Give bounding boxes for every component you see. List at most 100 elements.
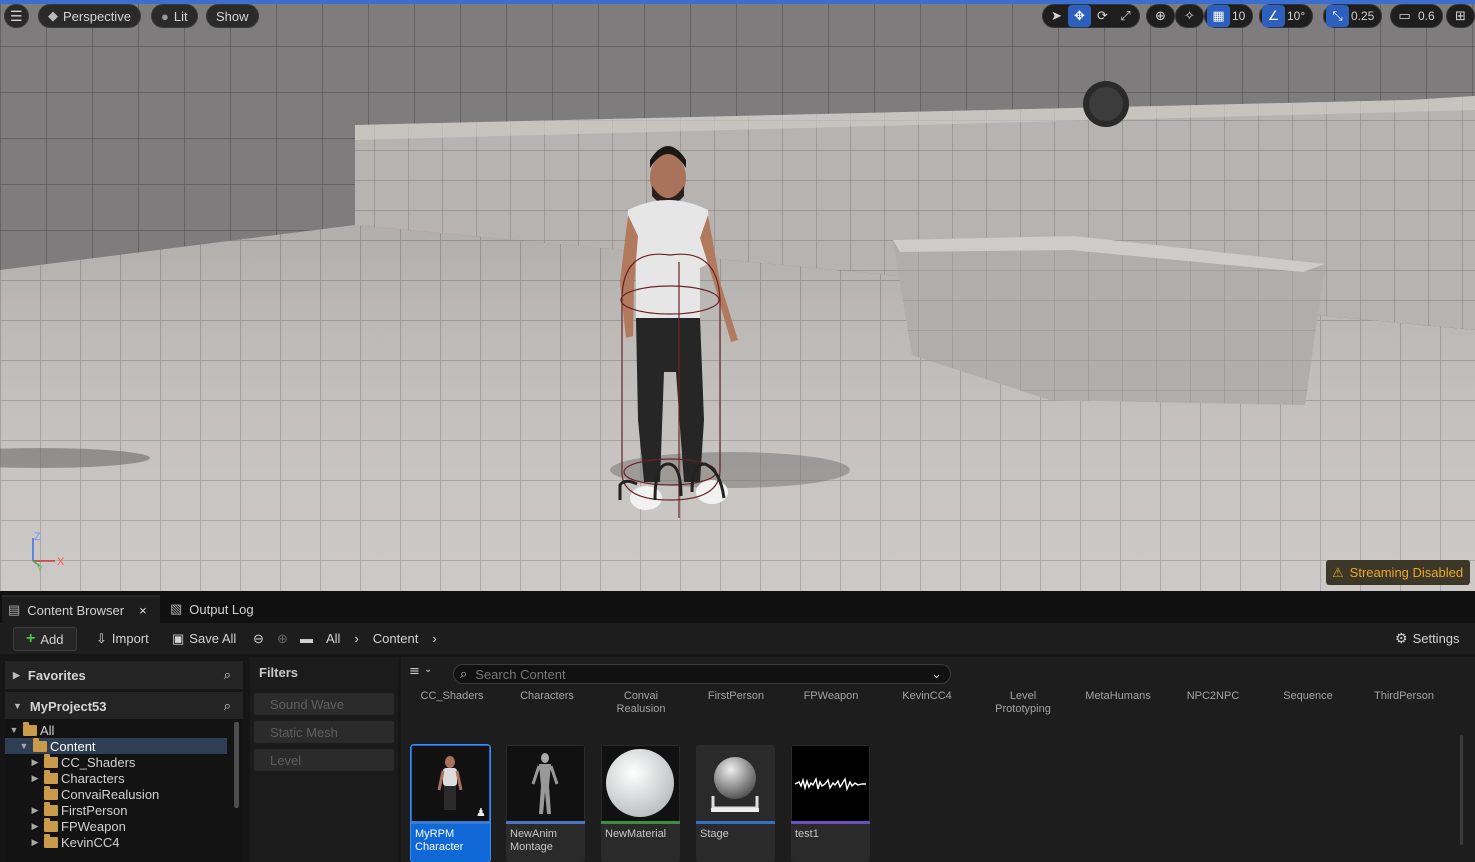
- tree-item-convairealusion[interactable]: ConvaiRealusion: [5, 785, 227, 802]
- scale-icon[interactable]: ⤢: [1114, 5, 1137, 27]
- asset-name: Stage: [700, 828, 729, 840]
- chevron-right-icon[interactable]: ›: [354, 631, 358, 646]
- gear-icon: ⚙: [1395, 630, 1408, 646]
- folder-item[interactable]: FirstPerson: [690, 690, 782, 703]
- tree-item-all[interactable]: ▼ All: [5, 721, 227, 738]
- asset-tile[interactable]: NewAnim Montage: [506, 745, 585, 862]
- chevron-right-icon[interactable]: ▶: [30, 773, 40, 784]
- grid-snap-toggle[interactable]: ▦ 10: [1204, 4, 1254, 28]
- tree-scrollbar[interactable]: [234, 722, 239, 808]
- translate-icon[interactable]: ✥: [1068, 5, 1091, 27]
- log-icon: ▧: [170, 601, 183, 616]
- project-header[interactable]: ▼ MyProject53 ⌕: [5, 692, 243, 720]
- camera-speed-button[interactable]: ▭ 0.6: [1390, 4, 1443, 28]
- chevron-right-icon[interactable]: ▶: [30, 805, 40, 816]
- filter-icon: ≡: [409, 664, 420, 679]
- folder-item[interactable]: Level Prototyping: [977, 690, 1069, 716]
- axis-y-label: Y: [37, 564, 43, 573]
- layout-icon: ⊞: [1455, 8, 1466, 24]
- tree-item-characters[interactable]: ▶ Characters: [5, 769, 227, 786]
- filters-panel: Filters Sound Wave Static Mesh Level: [250, 657, 398, 862]
- chevron-right-icon[interactable]: ▶: [30, 757, 40, 768]
- folder-item[interactable]: KevinCC4: [881, 690, 973, 703]
- animation-thumbnail: [507, 746, 584, 821]
- asset-tile[interactable]: Stage: [696, 745, 775, 862]
- asset-type-bar: [696, 821, 775, 824]
- coordinate-system-button[interactable]: ⊕: [1146, 4, 1175, 28]
- folder-icon: [44, 785, 58, 800]
- tree-item-fpweapon[interactable]: ▶ FPWeapon: [5, 817, 227, 834]
- close-icon[interactable]: ×: [139, 603, 147, 618]
- folder-browse-button[interactable]: ▬: [300, 627, 313, 651]
- history-forward-button[interactable]: ⊕: [277, 627, 288, 651]
- lit-button[interactable]: ● Lit: [151, 4, 198, 28]
- folder-item[interactable]: CC_Shaders: [406, 690, 498, 703]
- chevron-right-icon[interactable]: ▶: [30, 821, 40, 832]
- tree-item-firstperson[interactable]: ▶ FirstPerson: [5, 801, 227, 818]
- breadcrumb-all[interactable]: All: [326, 631, 340, 646]
- asset-type-bar: [601, 821, 680, 824]
- settings-button[interactable]: ⚙ Settings: [1395, 627, 1460, 651]
- viewport-layout-button[interactable]: ⊞: [1446, 4, 1475, 28]
- save-all-button[interactable]: ▣ Save All: [172, 627, 236, 651]
- folder-item[interactable]: NPC2NPC: [1167, 690, 1259, 703]
- hamburger-icon: ☰: [10, 7, 23, 24]
- level-viewport[interactable]: ☰ ◆ Perspective ● Lit Show ➤ ✥ ⟳ ⤢ ⊕ ✧ ▦…: [0, 0, 1475, 591]
- viewport-menu-button[interactable]: ☰: [4, 4, 29, 28]
- streaming-warning[interactable]: ⚠ Streaming Disabled: [1326, 560, 1471, 585]
- rotation-snap-toggle[interactable]: ∠ 10°: [1259, 4, 1314, 28]
- tree-item-kevincc4[interactable]: ▶ KevinCC4: [5, 833, 227, 850]
- perspective-button[interactable]: ◆ Perspective: [38, 4, 141, 28]
- show-button[interactable]: Show: [206, 4, 259, 28]
- sources-panel: ▶ Favorites ⌕ ▼ MyProject53 ⌕ ▼ All ▼ Co…: [0, 657, 246, 862]
- asset-tile[interactable]: NewMaterial: [601, 745, 680, 862]
- tree-item-cc-shaders[interactable]: ▶ CC_Shaders: [5, 753, 227, 770]
- breadcrumb: All › Content ›: [326, 627, 437, 651]
- search-icon[interactable]: ⌕: [224, 667, 231, 683]
- folder-item[interactable]: Sequence: [1262, 690, 1354, 703]
- axis-x-label: X: [57, 556, 65, 568]
- folder-item[interactable]: FPWeapon: [785, 690, 877, 703]
- filter-static-mesh[interactable]: Static Mesh: [254, 721, 394, 743]
- chevron-right-icon[interactable]: ▶: [30, 837, 40, 848]
- asset-name: NewAnim Montage: [510, 828, 558, 853]
- content-browser-panel: ▤ Content Browser × ▧ Output Log + Add ⇩…: [0, 591, 1475, 862]
- add-button[interactable]: + Add: [13, 627, 78, 651]
- tree-item-content[interactable]: ▼ Content: [5, 737, 227, 754]
- rotate-icon[interactable]: ⟳: [1091, 5, 1114, 27]
- folder-item[interactable]: ThirdPerson: [1358, 690, 1450, 703]
- asset-tile[interactable]: ♟ MyRPM Character: [410, 744, 491, 862]
- folder-icon: [44, 801, 58, 816]
- scale-snap-toggle[interactable]: ⤡ 0.25: [1323, 4, 1383, 28]
- folder-item[interactable]: MetaHumans: [1072, 690, 1164, 703]
- search-icon[interactable]: ⌕: [224, 698, 231, 714]
- chevron-right-icon[interactable]: ›: [432, 631, 436, 646]
- asset-view-scrollbar[interactable]: [1460, 735, 1463, 845]
- asset-name: NewMaterial: [605, 828, 667, 840]
- filter-level[interactable]: Level: [254, 749, 394, 771]
- asset-tile[interactable]: test1: [791, 745, 870, 862]
- axis-z-label: Z: [34, 531, 41, 543]
- chevron-down-icon[interactable]: ⌄: [931, 666, 942, 682]
- scale-snap-icon: ⤡: [1326, 5, 1349, 27]
- folder-item[interactable]: Convai Realusion: [595, 690, 687, 716]
- filter-dropdown-button[interactable]: ≡ ⌄: [409, 664, 432, 679]
- folder-item[interactable]: Characters: [501, 690, 593, 703]
- chevron-down-icon[interactable]: ▼: [19, 741, 29, 751]
- tab-content-browser[interactable]: ▤ Content Browser ×: [2, 595, 160, 623]
- forward-arrow-icon: ⊕: [277, 630, 288, 646]
- select-mode-icon[interactable]: ➤: [1045, 5, 1068, 27]
- tab-output-log[interactable]: ▧ Output Log: [164, 595, 260, 623]
- chevron-down-icon[interactable]: ▼: [9, 725, 19, 735]
- surface-snap-button[interactable]: ✧: [1175, 4, 1204, 28]
- content-browser-icon: ▤: [8, 602, 21, 617]
- import-button[interactable]: ⇩ Import: [96, 627, 149, 651]
- filter-sound-wave[interactable]: Sound Wave: [254, 693, 394, 715]
- search-input[interactable]: ⌕ Search Content ⌄: [453, 664, 951, 684]
- asset-type-bar: [791, 821, 870, 824]
- history-back-button[interactable]: ⊖: [253, 627, 264, 651]
- breadcrumb-content[interactable]: Content: [373, 631, 419, 646]
- sound-wave-thumbnail: [792, 746, 869, 821]
- favorites-header[interactable]: ▶ Favorites ⌕: [5, 661, 243, 689]
- folder-tree: ▼ All ▼ Content ▶ CC_Shaders ▶ Character…: [5, 719, 243, 862]
